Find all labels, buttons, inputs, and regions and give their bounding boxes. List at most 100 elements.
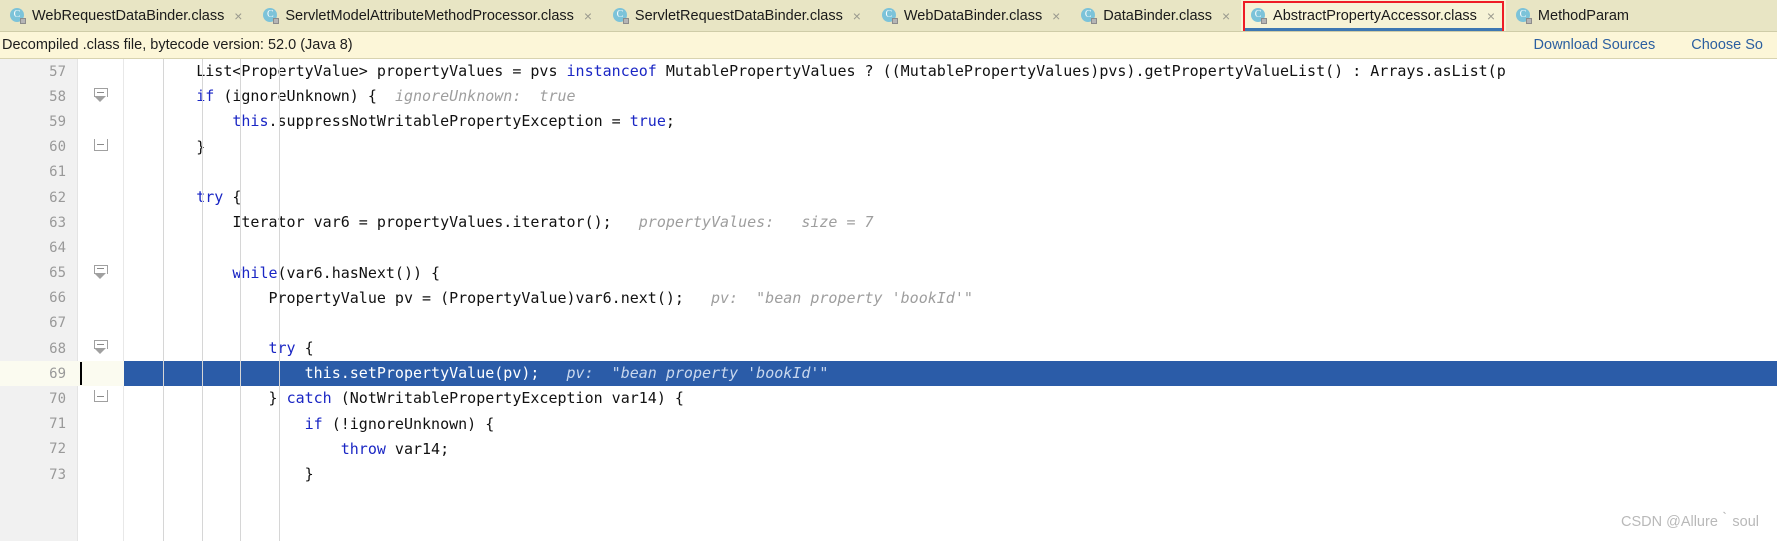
text-caret — [80, 362, 82, 386]
editor-tab-label: ServletModelAttributeMethodProcessor.cla… — [285, 8, 574, 24]
code-token: .suppressNotWritablePropertyException = — [268, 112, 630, 131]
keyword-token: throw — [340, 439, 386, 458]
line-number: 70 — [49, 391, 66, 408]
code-line[interactable]: 57 List<PropertyValue> propertyValues = … — [0, 59, 1777, 84]
line-number: 73 — [49, 466, 66, 483]
keyword-token: if — [196, 87, 215, 106]
line-number: 61 — [49, 164, 66, 181]
java-class-icon: C — [263, 8, 280, 24]
code-token: PropertyValue pv = (PropertyValue)var6.n… — [124, 288, 711, 307]
close-icon[interactable]: × — [232, 9, 244, 23]
code-line[interactable]: 65 while(var6.hasNext()) { — [0, 261, 1777, 286]
fold-gutter-cell[interactable] — [78, 59, 124, 84]
editor-tab-label: WebRequestDataBinder.class — [32, 8, 225, 24]
editor-tab-3[interactable]: C WebDataBinder.class × — [871, 0, 1072, 31]
lock-badge-icon — [1525, 18, 1532, 24]
code-line[interactable]: 72 throw var14; — [0, 437, 1777, 462]
close-icon[interactable]: × — [1220, 9, 1232, 23]
close-icon[interactable]: × — [851, 9, 863, 23]
editor-tab-0[interactable]: C WebRequestDataBinder.class × — [0, 0, 254, 31]
code-line[interactable]: 58 if (ignoreUnknown) { ignoreUnknown: t… — [0, 84, 1777, 109]
code-token: (var6.hasNext()) { — [277, 263, 441, 282]
fold-gutter-cell[interactable] — [78, 235, 124, 260]
fold-gutter-cell[interactable] — [78, 261, 124, 286]
code-line[interactable]: 63 Iterator var6 = propertyValues.iterat… — [0, 210, 1777, 235]
java-class-icon: C — [10, 8, 26, 24]
fold-gutter-cell[interactable] — [78, 412, 124, 437]
code-line[interactable]: 70 } catch (NotWritablePropertyException… — [0, 386, 1777, 411]
code-token: { — [295, 339, 314, 358]
fold-gutter-cell[interactable] — [78, 160, 124, 185]
fold-end-icon[interactable] — [94, 390, 108, 403]
editor-tab-6[interactable]: C MethodParam — [1505, 0, 1658, 31]
code-token: { — [223, 187, 242, 206]
fold-gutter-cell[interactable] — [78, 437, 124, 462]
code-line[interactable]: 71 if (!ignoreUnknown) { — [0, 412, 1777, 437]
indent-guide — [240, 59, 241, 541]
code-token: .setPropertyValue(pv); — [340, 364, 567, 383]
code-editor[interactable]: 57 List<PropertyValue> propertyValues = … — [0, 59, 1777, 541]
fold-gutter-cell[interactable] — [78, 185, 124, 210]
decompiler-notification-text: Decompiled .class file, bytecode version… — [2, 37, 353, 53]
code-text: List<PropertyValue> propertyValues = pvs… — [124, 59, 1777, 84]
fold-gutter-cell[interactable] — [78, 135, 124, 160]
code-text: Iterator var6 = propertyValues.iterator(… — [124, 210, 1777, 235]
code-text: } — [124, 462, 1777, 487]
java-class-icon: C — [881, 8, 898, 24]
download-sources-link[interactable]: Download Sources — [1534, 37, 1656, 53]
fold-collapse-icon[interactable] — [94, 340, 108, 355]
code-line[interactable]: 69 this.setPropertyValue(pv); pv: "bean … — [0, 361, 1777, 387]
line-number: 68 — [49, 340, 66, 357]
code-line[interactable]: 59 this.suppressNotWritablePropertyExcep… — [0, 109, 1777, 134]
fold-gutter-cell[interactable] — [78, 286, 124, 311]
java-class-icon: C — [1515, 8, 1532, 24]
close-icon[interactable]: × — [582, 9, 594, 23]
fold-gutter-cell[interactable] — [78, 311, 124, 336]
code-token: } — [124, 137, 206, 156]
code-line[interactable]: 66 PropertyValue pv = (PropertyValue)var… — [0, 286, 1777, 311]
code-line[interactable]: 67 — [0, 311, 1777, 336]
line-number: 72 — [49, 441, 66, 458]
fold-gutter-cell[interactable] — [78, 386, 124, 411]
fold-gutter-cell[interactable] — [78, 361, 124, 386]
fold-gutter-cell[interactable] — [78, 84, 124, 109]
line-number: 58 — [49, 88, 66, 105]
code-line[interactable]: 68 try { — [0, 336, 1777, 361]
code-line[interactable]: 60 } — [0, 135, 1777, 160]
code-token: ; — [665, 112, 675, 131]
fold-gutter-cell[interactable] — [78, 336, 124, 361]
indent-guide — [163, 59, 164, 541]
editor-tab-5[interactable]: C AbstractPropertyAccessor.class × — [1241, 0, 1506, 31]
code-text: this.setPropertyValue(pv); pv: "bean pro… — [124, 361, 1777, 387]
choose-sources-link[interactable]: Choose So — [1691, 37, 1763, 53]
code-line[interactable]: 62 try { — [0, 185, 1777, 210]
code-line[interactable]: 64 — [0, 235, 1777, 260]
code-line[interactable]: 61 — [0, 160, 1777, 185]
code-text: this.suppressNotWritablePropertyExceptio… — [124, 109, 1777, 134]
fold-gutter-cell[interactable] — [78, 462, 124, 487]
editor-tab-1[interactable]: C ServletModelAttributeMethodProcessor.cl… — [253, 0, 603, 31]
code-token: MutablePropertyValues ? ((MutablePropert… — [656, 62, 1506, 80]
fold-collapse-icon[interactable] — [94, 88, 108, 103]
keyword-token: try — [196, 187, 224, 206]
editor-tab-4[interactable]: C DataBinder.class × — [1071, 0, 1242, 31]
inline-hint: propertyValues: size = 7 — [638, 213, 874, 232]
editor-tab-2[interactable]: C ServletRequestDataBinder.class × — [602, 0, 872, 31]
code-text: PropertyValue pv = (PropertyValue)var6.n… — [124, 286, 1777, 311]
close-icon[interactable]: × — [1050, 9, 1062, 23]
fold-end-icon[interactable] — [94, 138, 108, 152]
code-text: throw var14; — [124, 437, 1777, 462]
fold-gutter-cell[interactable] — [78, 210, 124, 235]
line-number: 66 — [49, 290, 66, 307]
close-icon[interactable]: × — [1485, 9, 1497, 23]
fold-gutter-cell[interactable] — [78, 109, 124, 134]
fold-collapse-icon[interactable] — [94, 264, 108, 279]
line-number: 63 — [49, 214, 66, 231]
code-token: List<PropertyValue> propertyValues = pvs — [124, 62, 567, 80]
code-line[interactable]: 73 } — [0, 462, 1777, 487]
